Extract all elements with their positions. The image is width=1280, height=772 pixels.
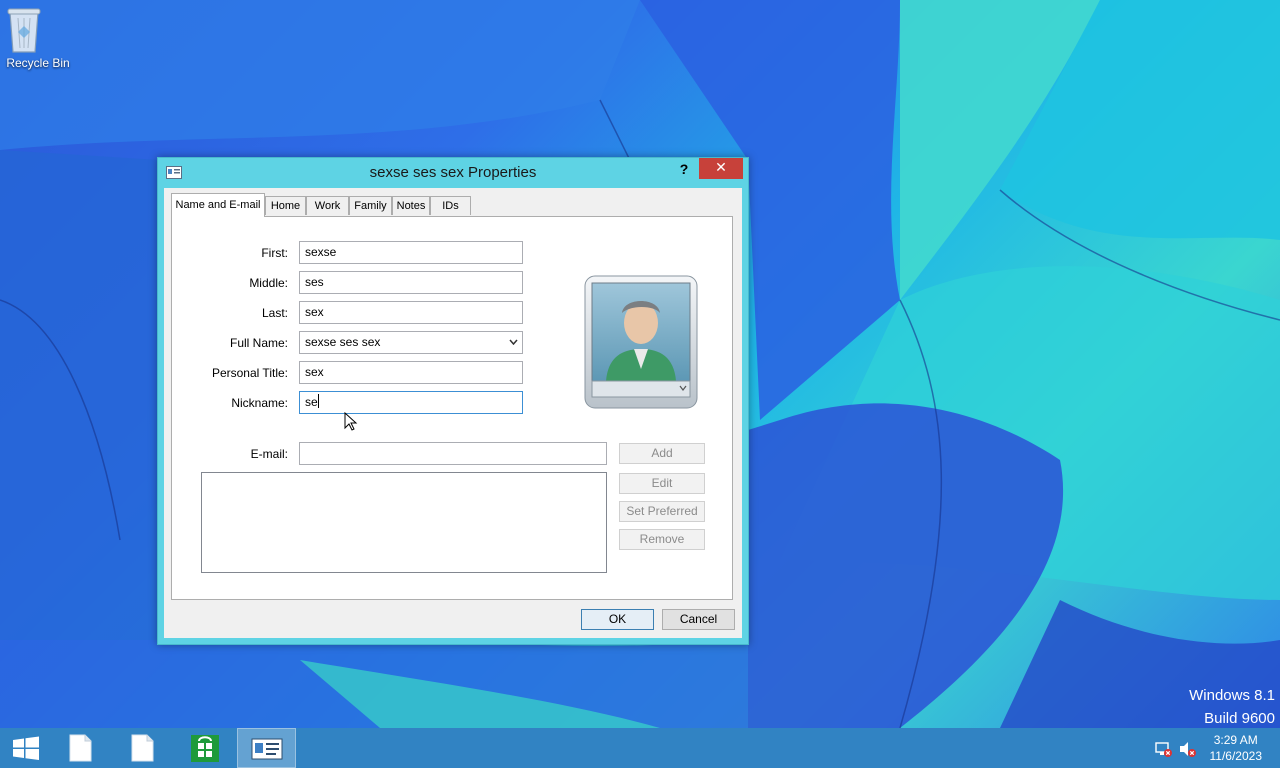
properties-dialog: sexse ses sex Properties ? ✕ Name and E-… bbox=[157, 157, 749, 645]
volume-muted-icon[interactable] bbox=[1178, 740, 1196, 758]
taskbar-contacts[interactable] bbox=[237, 728, 296, 768]
personal-title-label: Personal Title: bbox=[211, 366, 288, 380]
ok-button[interactable]: OK bbox=[581, 609, 654, 630]
text-caret bbox=[317, 394, 319, 408]
full-name-select[interactable]: sexse ses sex bbox=[299, 331, 523, 354]
taskbar-document[interactable] bbox=[124, 728, 160, 768]
remove-email-button[interactable]: Remove bbox=[619, 529, 705, 550]
close-button[interactable]: ✕ bbox=[699, 158, 743, 179]
dialog-title: sexse ses sex Properties bbox=[369, 164, 537, 181]
tab-ids[interactable]: IDs bbox=[430, 196, 471, 215]
title-bar[interactable]: sexse ses sex Properties ? ✕ bbox=[158, 158, 748, 188]
nickname-label: Nickname: bbox=[231, 396, 288, 410]
recycle-bin-icon bbox=[7, 6, 58, 54]
taskbar: 3:29 AM 11/6/2023 bbox=[0, 728, 1280, 768]
tab-family[interactable]: Family bbox=[349, 196, 392, 215]
clock-date: 11/6/2023 bbox=[1209, 749, 1263, 763]
email-label: E-mail: bbox=[250, 447, 288, 461]
email-list[interactable] bbox=[201, 472, 607, 573]
middle-label: Middle: bbox=[249, 276, 288, 290]
dialog-client: Name and E-mail Home Work Family Notes I… bbox=[164, 188, 742, 638]
first-name-field[interactable]: sexse bbox=[299, 241, 523, 264]
last-label: Last: bbox=[261, 306, 288, 320]
personal-title-field[interactable]: sex bbox=[299, 361, 523, 384]
contact-picture[interactable] bbox=[584, 275, 699, 409]
taskbar-store[interactable] bbox=[186, 728, 224, 768]
recycle-bin[interactable]: Recycle Bin bbox=[4, 6, 72, 70]
windows-logo-icon bbox=[13, 736, 39, 760]
full-name-value: sexse ses sex bbox=[305, 335, 381, 349]
email-field[interactable] bbox=[299, 442, 607, 465]
document-icon bbox=[131, 734, 154, 762]
mouse-pointer-icon bbox=[344, 412, 358, 431]
help-button[interactable]: ? bbox=[676, 159, 692, 179]
edit-email-button[interactable]: Edit bbox=[619, 473, 705, 494]
last-name-field[interactable]: sex bbox=[299, 301, 523, 324]
first-label: First: bbox=[261, 246, 288, 260]
system-clock[interactable]: 3:29 AM 11/6/2023 bbox=[1210, 732, 1263, 764]
nickname-field[interactable]: se bbox=[299, 391, 523, 414]
taskbar-file-explorer[interactable] bbox=[62, 728, 98, 768]
clock-time: 3:29 AM bbox=[1213, 733, 1258, 747]
middle-name-field[interactable]: ses bbox=[299, 271, 523, 294]
full-name-label: Full Name: bbox=[229, 336, 288, 350]
contact-card-icon bbox=[251, 738, 283, 760]
document-icon bbox=[69, 734, 92, 762]
tab-name-and-email[interactable]: Name and E-mail bbox=[171, 193, 265, 217]
tab-panel-name-and-email: First: sexse Middle: ses Last: sex Full … bbox=[171, 216, 733, 600]
network-icon[interactable] bbox=[1154, 740, 1172, 758]
recycle-bin-label: Recycle Bin bbox=[6, 56, 70, 70]
tab-home[interactable]: Home bbox=[265, 196, 306, 215]
tab-notes[interactable]: Notes bbox=[392, 196, 430, 215]
watermark-version: Windows 8.1 bbox=[1189, 687, 1275, 704]
cancel-button[interactable]: Cancel bbox=[662, 609, 735, 630]
windows-watermark: Windows 8.1 Build 9600 bbox=[1189, 684, 1275, 728]
set-preferred-button[interactable]: Set Preferred bbox=[619, 501, 705, 522]
start-button[interactable] bbox=[6, 728, 46, 768]
nickname-value: se bbox=[305, 395, 318, 409]
store-icon bbox=[191, 735, 219, 762]
watermark-build: Build 9600 bbox=[1204, 710, 1275, 727]
tab-work[interactable]: Work bbox=[306, 196, 349, 215]
add-email-button[interactable]: Add bbox=[619, 443, 705, 464]
